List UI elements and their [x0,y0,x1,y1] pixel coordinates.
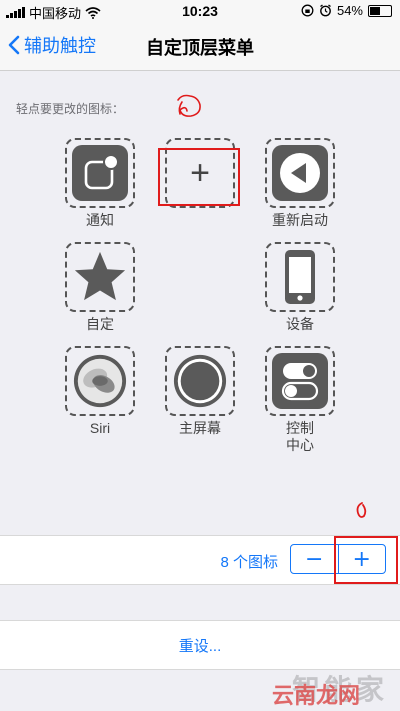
reset-row: 重设... [0,620,400,670]
home-tile[interactable] [165,346,235,416]
annotation-mark-2 [356,502,367,518]
notification-label: 通知 [86,212,114,228]
notification-tile[interactable] [65,138,135,208]
siri-tile[interactable] [65,346,135,416]
battery-icon [368,4,392,17]
status-right: 54% [301,3,392,18]
notification-icon [72,145,128,201]
device-tile[interactable] [265,242,335,312]
control-center-label-line1: 控制 [286,420,314,436]
siri-icon [72,353,128,409]
custom-label: 自定 [86,316,114,332]
annotation-box-increase [334,536,398,584]
icon-count-label: 8 个图标 [220,554,278,571]
home-button-icon [172,353,228,409]
status-bar: 中国移动 10:23 54% [0,0,400,22]
instruction-text: 轻点要更改的图标： [16,102,125,116]
battery-percent: 54% [336,3,363,18]
toggle-switches-icon [272,353,328,409]
home-label: 主屏幕 [179,420,221,436]
restart-tile[interactable] [265,138,335,208]
control-center-label: 控制 中心 [255,420,345,454]
alarm-icon [320,4,331,17]
annotation-mark-1 [177,94,201,117]
device-icon [272,249,328,305]
siri-label: Siri [89,420,111,436]
reset-button[interactable]: 重设... [0,635,400,656]
annotation-box-add-slot [158,148,240,206]
custom-tile[interactable] [65,242,135,312]
navigation-bar: 辅助触控 自定顶层菜单 [0,22,400,71]
control-center-label-line2: 中心 [286,437,314,453]
rotation-lock-icon [301,4,314,17]
device-label: 设备 [286,316,314,332]
star-icon [72,249,128,305]
decrease-button[interactable]: − [291,545,338,573]
restart-icon [272,145,328,201]
page-title: 自定顶层菜单 [146,38,254,58]
control-center-tile[interactable] [265,346,335,416]
watermark-logo-text: 云南龙网 [271,683,360,708]
restart-label: 重新启动 [272,212,328,228]
